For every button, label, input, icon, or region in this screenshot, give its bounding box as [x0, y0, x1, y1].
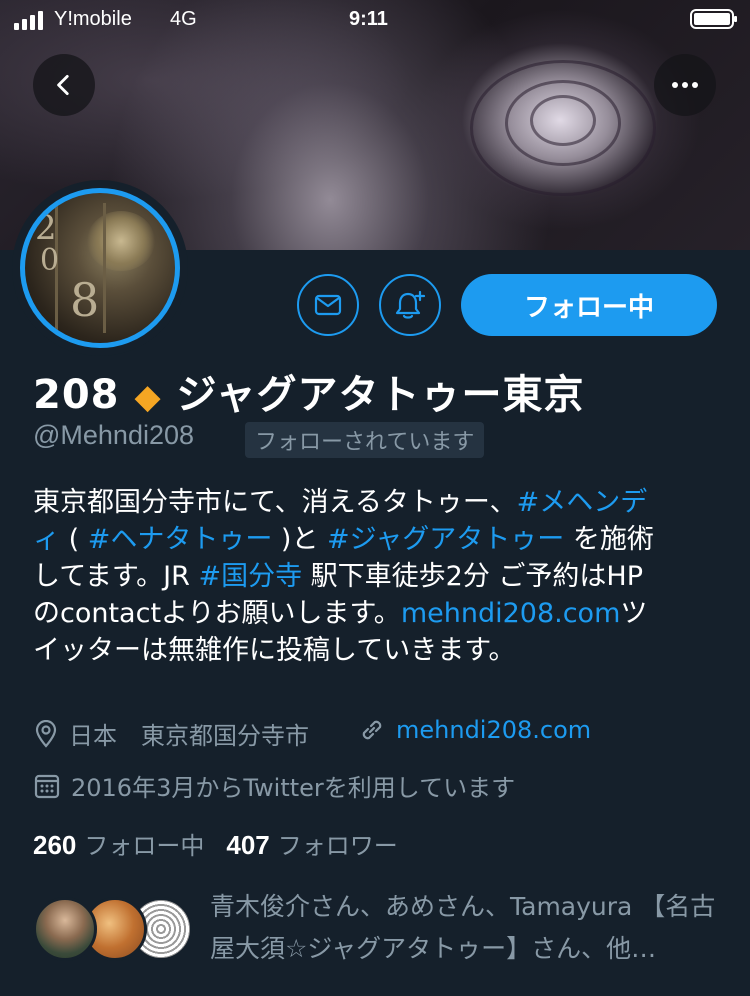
website-row[interactable]: mehndi208.com: [358, 716, 591, 744]
notifications-button[interactable]: [379, 274, 441, 336]
bio-line: ィ ( #ヘナタトゥー )と #ジャグアタトゥー を施術: [33, 521, 733, 558]
more-options-button[interactable]: [654, 54, 716, 116]
bio-line: 東京都国分寺市にて、消えるタトゥー、#メヘンデ: [33, 484, 733, 521]
bio-line: イッターは無雑作に投稿していきます。: [33, 632, 733, 669]
followers-label[interactable]: フォロワー: [278, 826, 398, 861]
bio-text: のcontactよりお願いします。: [33, 598, 401, 629]
bio-text: を施術: [564, 524, 654, 555]
following-button[interactable]: フォロー中: [461, 274, 717, 336]
envelope-icon: [314, 294, 342, 316]
network-type: 4G: [170, 8, 197, 30]
display-name-number: 208: [33, 372, 120, 418]
display-name: 208 ◆ ジャグアタトゥー東京: [33, 362, 585, 420]
avatar-number-0: 0: [40, 243, 60, 278]
more-horizontal-icon: [672, 82, 698, 88]
orange-diamond-icon: ◆: [134, 377, 162, 417]
bio-text: )と: [272, 524, 328, 555]
calendar-icon: [34, 774, 60, 798]
battery-icon: [690, 9, 737, 29]
bio-text: 東京都国分寺市にて、消えるタトゥー、: [33, 487, 517, 518]
display-name-text: ジャグアタトゥー東京: [176, 372, 585, 418]
bio-text: イッターは無雑作に投稿していきます。: [33, 635, 516, 666]
hashtag-link[interactable]: #ヘナタトゥー: [88, 524, 273, 555]
location-pin-icon: [35, 719, 57, 748]
joined-date-text: 2016年3月からTwitterを利用しています: [71, 774, 516, 802]
bio-line: のcontactよりお願いします。mehndi208.comツ: [33, 595, 733, 632]
hashtag-link[interactable]: #ジャグアタトゥー: [327, 524, 564, 555]
joined-row: 2016年3月からTwitterを利用しています: [33, 768, 515, 803]
hashtag-link[interactable]: #メヘンデ: [517, 487, 648, 518]
known-followers-avatars[interactable]: [33, 895, 193, 965]
user-handle: @Mehndi208: [33, 420, 195, 450]
known-followers-text[interactable]: 青木俊介さん、あめさん、Tamayura 【名古屋大須☆ジャグアタトゥー】さん、…: [210, 886, 730, 970]
location-text: 日本 東京都国分寺市: [69, 722, 309, 750]
chevron-left-icon: [57, 74, 69, 96]
rose-petal-decoration: [530, 95, 596, 146]
follower-avatar: [33, 897, 97, 961]
signal-strength-icon: [14, 10, 43, 30]
hashtag-link[interactable]: ィ: [33, 524, 60, 555]
bell-plus-icon: [395, 290, 426, 319]
profile-bio: 東京都国分寺市にて、消えるタトゥー、#メヘンデ ィ ( #ヘナタトゥー )と #…: [33, 484, 733, 669]
carrier-name: Y!mobile: [54, 8, 132, 30]
following-label[interactable]: フォロー中: [84, 826, 204, 861]
avatar-image: 2 0 8: [20, 188, 180, 348]
bio-line: してます。JR #国分寺 駅下車徒歩2分 ご予約はHP: [33, 558, 733, 595]
flower-decoration: [87, 211, 155, 271]
bio-website-link[interactable]: mehndi208.com: [401, 598, 621, 629]
avatar-number-2: 2: [35, 208, 57, 248]
hashtag-link[interactable]: #国分寺: [198, 561, 302, 592]
bio-text: 駅下車徒歩2分 ご予約はHP: [302, 561, 644, 592]
follow-stats: 260 フォロー中 407 フォロワー: [33, 826, 420, 861]
link-icon: [362, 720, 382, 740]
bio-text: ツ: [620, 598, 648, 629]
followers-count[interactable]: 407: [226, 830, 269, 861]
location-row: 日本 東京都国分寺市: [33, 716, 309, 751]
following-count[interactable]: 260: [33, 830, 76, 861]
website-link[interactable]: mehndi208.com: [396, 716, 591, 744]
message-button[interactable]: [297, 274, 359, 336]
follows-you-badge: フォローされています: [245, 422, 485, 458]
profile-avatar[interactable]: 2 0 8: [12, 180, 188, 356]
back-button[interactable]: [33, 54, 95, 116]
line-decoration: [103, 203, 106, 333]
bio-text: (: [60, 524, 88, 555]
clock: 9:11: [349, 8, 388, 30]
bio-text: してます。JR: [33, 561, 199, 592]
avatar-number-8: 8: [70, 273, 100, 327]
